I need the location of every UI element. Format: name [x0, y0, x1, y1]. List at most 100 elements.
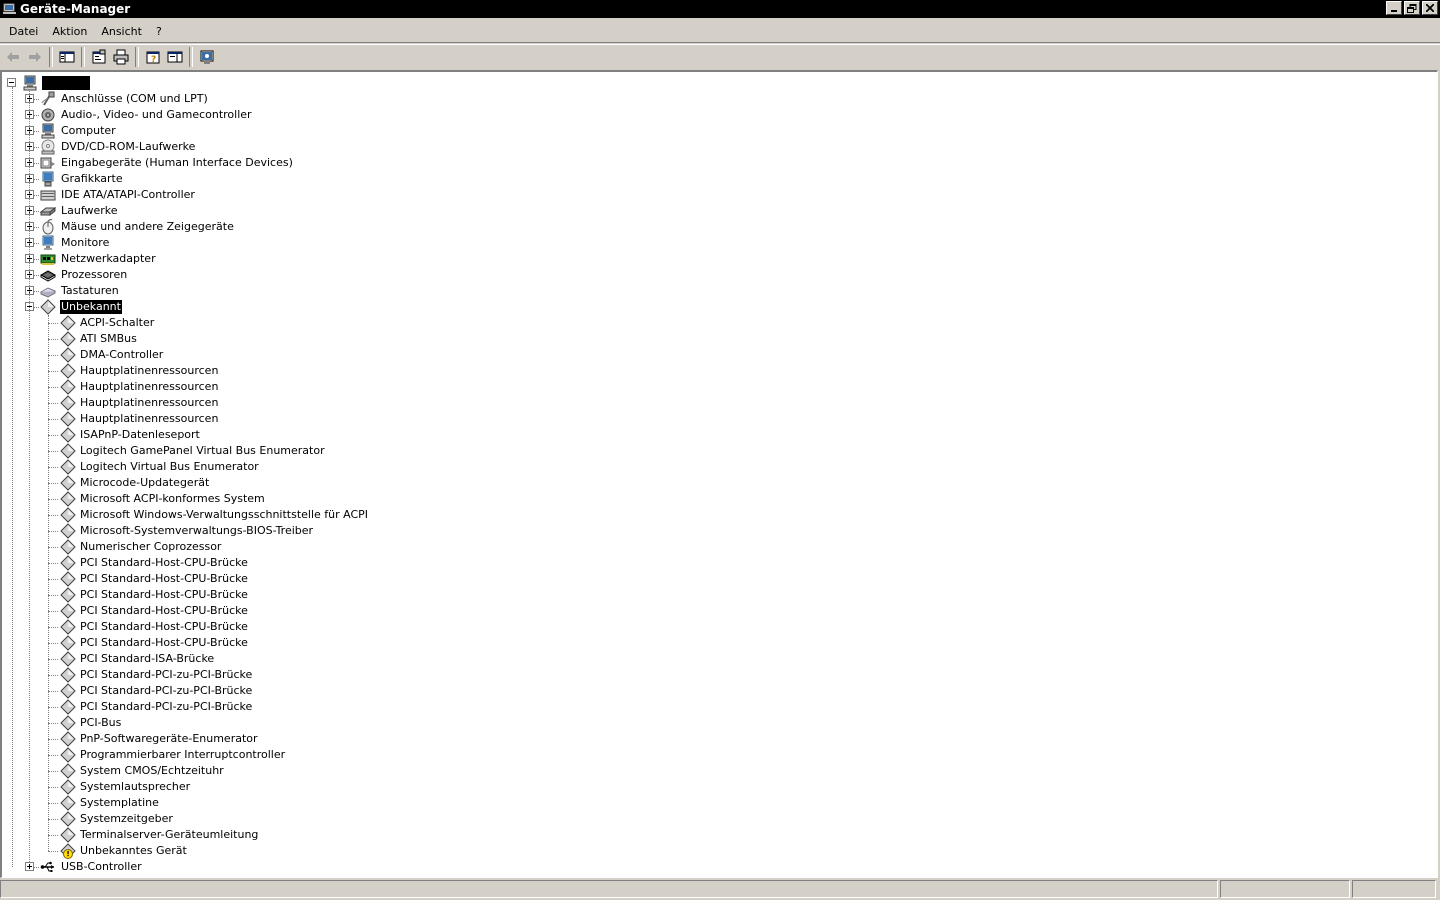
- tree-connector-line: [48, 627, 58, 628]
- show-hide-console-tree-button[interactable]: [56, 46, 78, 68]
- tree-device-item[interactable]: Terminalserver-Geräteumleitung: [79, 828, 259, 842]
- tree-category-item[interactable]: Anschlüsse (COM und LPT): [60, 92, 209, 106]
- tree-category-item[interactable]: Computer: [60, 124, 117, 138]
- tree-device-item[interactable]: Programmierbarer Interruptcontroller: [79, 748, 286, 762]
- tree-connector-line: [34, 179, 39, 180]
- tree-device-warning[interactable]: Unbekanntes Gerät: [79, 844, 188, 858]
- tree-connector-line: [34, 211, 39, 212]
- tree-device-item[interactable]: Hauptplatinenressourcen: [79, 364, 219, 378]
- restore-button[interactable]: [1404, 1, 1420, 15]
- show-action-pane-icon: [167, 51, 183, 63]
- tree-connector-line: [48, 315, 49, 851]
- tree-device-item[interactable]: Hauptplatinenressourcen: [79, 396, 219, 410]
- speaker-icon: [40, 107, 56, 123]
- tree-category-item[interactable]: Prozessoren: [60, 268, 128, 282]
- tree-category-item[interactable]: Monitore: [60, 236, 110, 250]
- tree-category-unbekannt[interactable]: Unbekannt: [60, 300, 122, 314]
- device-tree[interactable]: Anschlüsse (COM und LPT) Audio-, Video- u…: [0, 70, 1438, 878]
- unknown-device-icon: [60, 379, 76, 395]
- tree-device-item[interactable]: PCI Standard-ISA-Brücke: [79, 652, 215, 666]
- tree-category-item[interactable]: Mäuse und andere Zeigegeräte: [60, 220, 235, 234]
- tree-connector-line: [48, 451, 58, 452]
- tree-device-item[interactable]: PCI Standard-Host-CPU-Brücke: [79, 604, 249, 618]
- minimize-button[interactable]: [1386, 1, 1402, 15]
- tree-device-item[interactable]: Logitech Virtual Bus Enumerator: [79, 460, 260, 474]
- title-bar: Geräte-Manager: [0, 0, 1440, 18]
- tree-category-item[interactable]: Tastaturen: [60, 284, 120, 298]
- unknown-device-icon: [60, 779, 76, 795]
- tree-device-item[interactable]: Microsoft-Systemverwaltungs-BIOS-Treiber: [79, 524, 314, 538]
- show-hide-console-tree-icon: [59, 51, 75, 63]
- tree-category-usb[interactable]: USB-Controller: [60, 860, 143, 874]
- tree-device-item[interactable]: PnP-Softwaregeräte-Enumerator: [79, 732, 259, 746]
- close-icon: [1426, 4, 1434, 12]
- svg-text:?: ?: [151, 55, 156, 65]
- tree-device-item[interactable]: PCI Standard-Host-CPU-Brücke: [79, 636, 249, 650]
- menu-datei[interactable]: Datei: [2, 25, 45, 38]
- tree-device-item[interactable]: Microcode-Updategerät: [79, 476, 210, 490]
- close-button[interactable]: [1422, 1, 1438, 15]
- tree-device-item[interactable]: PCI Standard-Host-CPU-Brücke: [79, 572, 249, 586]
- tree-category-item[interactable]: Eingabegeräte (Human Interface Devices): [60, 156, 294, 170]
- network-adapter-icon: [40, 251, 56, 267]
- tree-device-item[interactable]: Numerischer Coprozessor: [79, 540, 222, 554]
- tree-device-item[interactable]: Hauptplatinenressourcen: [79, 412, 219, 426]
- tree-device-item[interactable]: PCI Standard-PCI-zu-PCI-Brücke: [79, 684, 253, 698]
- tree-device-item[interactable]: PCI Standard-PCI-zu-PCI-Brücke: [79, 700, 253, 714]
- tree-root-computer-name[interactable]: [42, 76, 90, 90]
- tree-connector-line: [48, 755, 58, 756]
- tree-connector-line: [48, 787, 58, 788]
- menu-help[interactable]: ?: [149, 25, 169, 38]
- tree-device-item[interactable]: PCI Standard-Host-CPU-Brücke: [79, 588, 249, 602]
- menu-aktion[interactable]: Aktion: [45, 25, 94, 38]
- tree-device-item[interactable]: ACPI-Schalter: [79, 316, 155, 330]
- tree-expander-root[interactable]: [7, 78, 16, 87]
- forward-arrow-icon: [29, 52, 41, 62]
- tree-connector-line: [48, 595, 58, 596]
- unknown-device-icon: [60, 619, 76, 635]
- tree-category-item[interactable]: DVD/CD-ROM-Laufwerke: [60, 140, 196, 154]
- tree-device-item[interactable]: System CMOS/Echtzeituhr: [79, 764, 225, 778]
- tree-device-item[interactable]: PCI Standard-Host-CPU-Brücke: [79, 620, 249, 634]
- tree-connector-line: [34, 131, 39, 132]
- usb-icon: [40, 859, 56, 875]
- show-action-pane-button[interactable]: [164, 46, 186, 68]
- tree-device-item[interactable]: PCI Standard-Host-CPU-Brücke: [79, 556, 249, 570]
- tree-category-item[interactable]: IDE ATA/ATAPI-Controller: [60, 188, 196, 202]
- forward-button[interactable]: [24, 46, 46, 68]
- tree-device-item[interactable]: Microsoft Windows-Verwaltungsschnittstel…: [79, 508, 369, 522]
- help-button[interactable]: ?: [142, 46, 164, 68]
- tree-expander-usb[interactable]: [25, 862, 34, 871]
- tree-connector-line: [48, 531, 58, 532]
- tree-connector-line: [48, 611, 58, 612]
- tree-connector-line: [34, 243, 39, 244]
- tree-device-item[interactable]: ISAPnP-Datenleseport: [79, 428, 201, 442]
- tree-category-item[interactable]: Laufwerke: [60, 204, 119, 218]
- tree-device-item[interactable]: DMA-Controller: [79, 348, 164, 362]
- tree-device-item[interactable]: PCI-Bus: [79, 716, 122, 730]
- tree-device-item[interactable]: Microsoft ACPI-konformes System: [79, 492, 266, 506]
- scan-hardware-button[interactable]: [196, 46, 218, 68]
- tree-category-item[interactable]: Grafikkarte: [60, 172, 124, 186]
- unknown-device-icon: [60, 603, 76, 619]
- tree-device-item[interactable]: Systemzeitgeber: [79, 812, 174, 826]
- tree-device-item[interactable]: ATI SMBus: [79, 332, 138, 346]
- menu-ansicht[interactable]: Ansicht: [94, 25, 149, 38]
- unknown-device-icon: [60, 347, 76, 363]
- tree-category-item[interactable]: Netzwerkadapter: [60, 252, 157, 266]
- properties-button[interactable]: [88, 46, 110, 68]
- tree-device-item[interactable]: Hauptplatinenressourcen: [79, 380, 219, 394]
- tree-device-item[interactable]: Logitech GamePanel Virtual Bus Enumerato…: [79, 444, 326, 458]
- unknown-device-icon: [60, 427, 76, 443]
- tree-device-item[interactable]: Systemplatine: [79, 796, 160, 810]
- print-button[interactable]: [110, 46, 132, 68]
- cdrom-icon: [40, 139, 56, 155]
- tree-connector-line: [48, 387, 58, 388]
- unknown-device-icon: [40, 299, 56, 315]
- tree-connector-line: [48, 691, 58, 692]
- tree-device-item[interactable]: PCI Standard-PCI-zu-PCI-Brücke: [79, 668, 253, 682]
- tree-device-item[interactable]: Systemlautsprecher: [79, 780, 191, 794]
- tree-connector-line: [34, 307, 39, 308]
- back-button[interactable]: [2, 46, 24, 68]
- tree-category-item[interactable]: Audio-, Video- und Gamecontroller: [60, 108, 253, 122]
